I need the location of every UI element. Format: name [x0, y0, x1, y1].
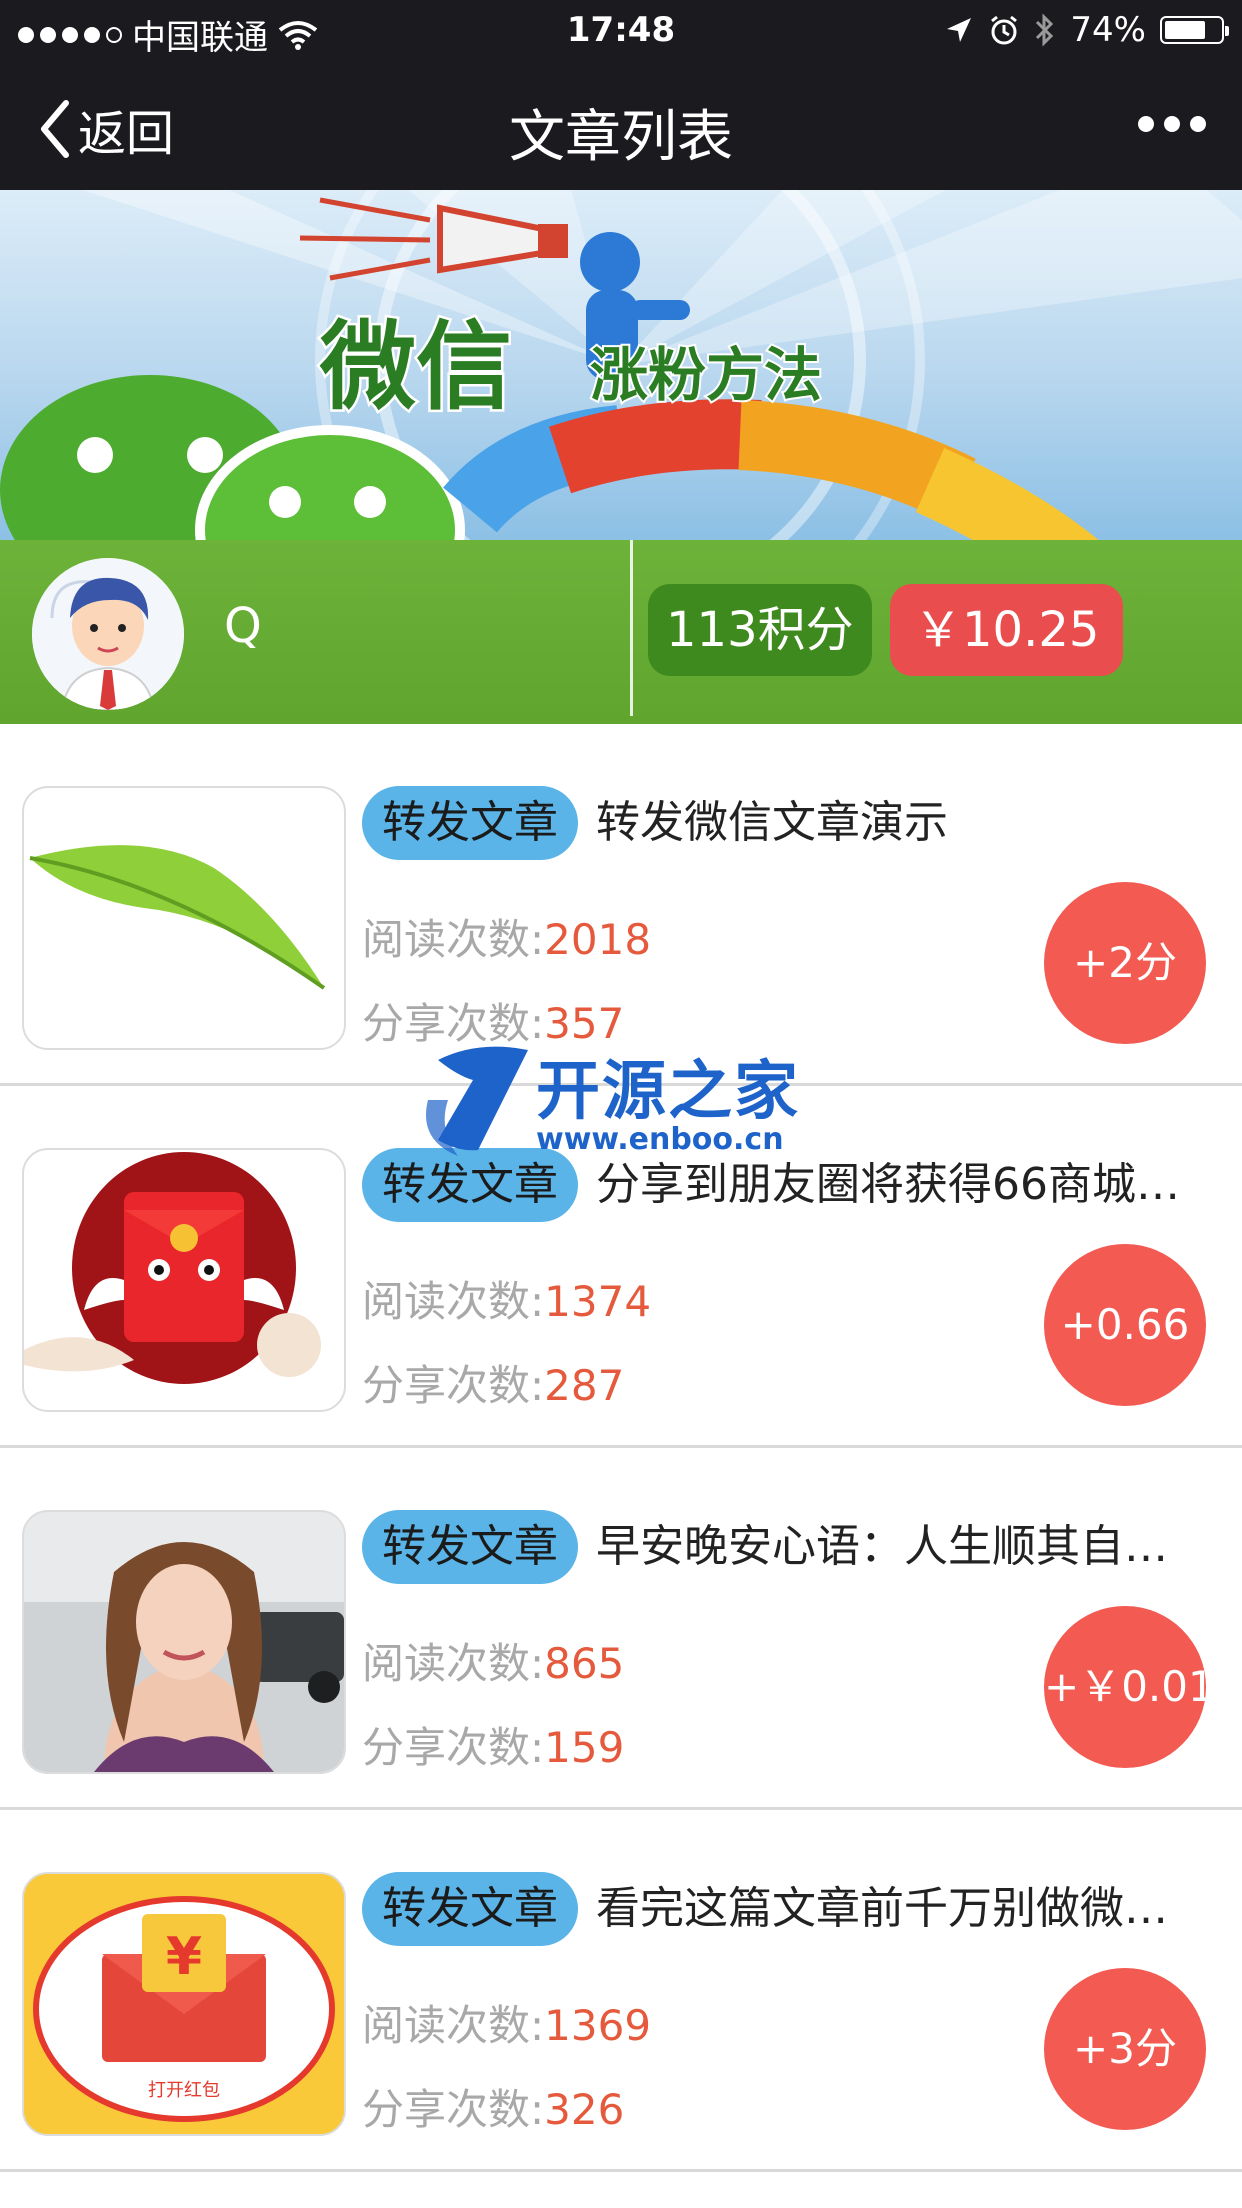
avatar[interactable]: [32, 558, 184, 710]
open-red-packet-caption: 打开红包: [148, 2080, 220, 2101]
balance-badge[interactable]: ￥10.25: [890, 584, 1124, 676]
promo-banner[interactable]: 微信 涨粉方法: [0, 190, 1242, 540]
red-packet-image: ¥ 打开红包: [24, 1874, 344, 2134]
share-count: 分享次数:159: [362, 1723, 625, 1772]
red-envelope-mascot-image: [24, 1152, 321, 1384]
more-menu-button[interactable]: [1138, 116, 1206, 132]
yen-symbol: ¥: [166, 1927, 202, 1987]
article-tag: 转发文章: [362, 1510, 578, 1584]
reward-button[interactable]: +3分: [1044, 1968, 1206, 2130]
reward-button[interactable]: +￥0.01: [1044, 1606, 1215, 1768]
list-item[interactable]: 转发文章 转发微信文章演示 阅读次数:2018 分享次数:357 +2分: [0, 724, 1242, 1086]
watermark-url: www.enboo.cn: [536, 1122, 784, 1157]
reward-button[interactable]: +0.66: [1044, 1244, 1206, 1406]
article-list: 转发文章 转发微信文章演示 阅读次数:2018 分享次数:357 +2分 转发文…: [0, 724, 1242, 2172]
list-item[interactable]: ¥ 打开红包 转发文章 看完这篇文章前千万别做微… 阅读次数:1369 分享次数…: [0, 1810, 1242, 2172]
bluetooth-icon: [1036, 13, 1054, 47]
banner-illustration: 微信 涨粉方法: [0, 190, 1242, 540]
user-name: Q: [224, 598, 262, 654]
user-summary-bar: Q 113积分 ￥10.25: [0, 540, 1242, 724]
banner-heading-big: 微信: [319, 311, 512, 423]
portrait-photo-image: [24, 1512, 344, 1772]
share-count: 分享次数:326: [362, 2085, 625, 2134]
more-dots-icon: [1138, 116, 1154, 132]
article-thumbnail: [22, 1510, 346, 1774]
article-thumbnail: [22, 1148, 346, 1412]
article-thumbnail: ¥ 打开红包: [22, 1872, 346, 2136]
status-icons: 74%: [944, 10, 1229, 50]
read-count: 阅读次数:865: [362, 1639, 625, 1688]
location-arrow-icon: [947, 18, 972, 42]
read-count: 阅读次数:1374: [362, 1277, 652, 1326]
nav-bar: 返回 文章列表: [0, 62, 1242, 190]
article-title: 看完这篇文章前千万别做微…: [596, 1883, 1168, 1934]
article-tag: 转发文章: [362, 1872, 578, 1946]
article-title: 转发微信文章演示: [596, 797, 948, 848]
list-item[interactable]: 转发文章 早安晚安心语：人生顺其自… 阅读次数:865 分享次数:159 +￥0…: [0, 1448, 1242, 1810]
battery-percent: 74%: [1070, 10, 1146, 50]
read-count: 阅读次数:1369: [362, 2001, 652, 2050]
watermark-text: 开源之家: [536, 1055, 800, 1129]
share-count: 分享次数:287: [362, 1361, 625, 1410]
page-title: 文章列表: [509, 105, 733, 170]
points-badge[interactable]: 113积分: [648, 584, 872, 676]
divider: [630, 540, 633, 716]
read-count: 阅读次数:2018: [362, 915, 652, 964]
article-tag: 转发文章: [362, 786, 578, 860]
leaf-image: [29, 845, 326, 990]
article-thumbnail: [22, 786, 346, 1050]
site-watermark: 开源之家 www.enboo.cn: [418, 1040, 838, 1160]
battery-icon: [1160, 16, 1229, 44]
banner-heading-small: 涨粉方法: [590, 341, 822, 409]
reward-button[interactable]: +2分: [1044, 882, 1206, 1044]
article-title: 早安晚安心语：人生顺其自…: [596, 1521, 1168, 1572]
status-bar: 中国联通 17:48 74%: [0, 0, 1242, 62]
alarm-icon: [991, 15, 1018, 45]
watermark-logo-icon: [426, 1046, 528, 1156]
